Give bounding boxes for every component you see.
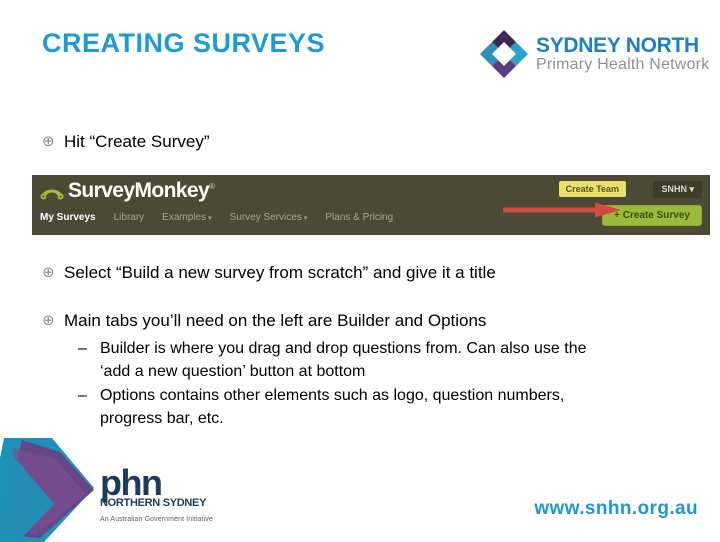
chevron-down-icon: ▾ xyxy=(303,215,308,222)
circle-cross-bullet-icon: ⊕ xyxy=(42,264,55,281)
bullet-text-1: Hit “Create Survey” xyxy=(64,132,210,151)
surveymonkey-logo: SurveyMonkey® xyxy=(40,179,215,202)
nav-label: Examples xyxy=(162,212,207,223)
logo-line-1: SYDNEY NORTH xyxy=(536,34,699,57)
logo-line-2: Primary Health Network xyxy=(536,56,710,73)
nav-item-examples[interactable]: Examples ▾ xyxy=(162,212,211,223)
nav-item-library[interactable]: Library xyxy=(114,212,145,223)
sub-bullet-item-2: – Options contains other elements such a… xyxy=(78,384,638,430)
surveymonkey-screenshot: SurveyMonkey® My Surveys Library Example… xyxy=(32,175,710,235)
brand-part-1: Survey xyxy=(68,179,135,202)
footer-website-url: www.snhn.org.au xyxy=(534,498,698,519)
phn-region-label: NORTHERN SYDNEY xyxy=(100,496,207,509)
nav-label: Library xyxy=(113,212,145,223)
bullet-item-2: ⊕ Select “Build a new survey from scratc… xyxy=(42,262,496,284)
circle-cross-bullet-icon: ⊕ xyxy=(42,133,55,150)
sub-bullet-item-1: – Builder is where you drag and drop que… xyxy=(78,337,638,383)
nav-item-my-surveys[interactable]: My Surveys xyxy=(40,212,96,223)
account-label: SNHN xyxy=(661,184,687,194)
sydney-north-phn-logo: SYDNEY NORTH Primary Health Network xyxy=(478,26,709,82)
sub-bullet-list: – Builder is where you drag and drop que… xyxy=(78,337,638,431)
decorative-diamond-shape xyxy=(0,438,94,542)
phn-wordmark: phn xyxy=(100,462,163,503)
red-arrow-annotation-icon xyxy=(503,202,621,218)
create-team-button[interactable]: Create Team xyxy=(558,181,626,197)
nav-item-plans-pricing[interactable]: Plans & Pricing xyxy=(325,212,393,223)
bullet-item-3: ⊕ Main tabs you’ll need on the left are … xyxy=(42,310,486,332)
phn-tagline: An Australian Government Initiative xyxy=(100,515,213,523)
registered-mark: ® xyxy=(209,182,215,191)
account-menu-button[interactable]: SNHN ▾ xyxy=(653,181,702,198)
nav-label: My Surveys xyxy=(40,212,96,223)
chevron-down-icon: ▾ xyxy=(208,215,212,222)
dash-bullet-icon: – xyxy=(78,340,87,357)
circle-cross-bullet-icon: ⊕ xyxy=(42,312,55,329)
sub-bullet-text-1: Builder is where you drag and drop quest… xyxy=(100,340,587,380)
nav-label: Survey Services xyxy=(229,212,302,223)
bullet-item-1: ⊕ Hit “Create Survey” xyxy=(42,131,209,153)
sub-bullet-text-2: Options contains other elements such as … xyxy=(100,387,565,427)
brand-part-2: Monkey xyxy=(134,179,210,202)
diamond-logo-icon xyxy=(479,29,529,79)
chevron-down-icon: ▾ xyxy=(689,184,694,194)
monkey-icon xyxy=(40,189,64,199)
surveymonkey-wordmark: SurveyMonkey® xyxy=(68,179,215,202)
bullet-text-3: Main tabs you’ll need on the left are Bu… xyxy=(64,311,487,330)
dash-bullet-icon: – xyxy=(78,387,87,404)
surveymonkey-nav: My Surveys Library Examples ▾ Survey Serv… xyxy=(40,212,411,223)
page-title: CREATING SURVEYS xyxy=(42,28,326,58)
bullet-text-2: Select “Build a new survey from scratch”… xyxy=(64,263,496,282)
phn-logo: phn NORTHERN SYDNEY An Australian Govern… xyxy=(100,462,240,523)
nav-item-survey-services[interactable]: Survey Services ▾ xyxy=(230,212,308,223)
nav-label: Plans & Pricing xyxy=(325,212,394,223)
